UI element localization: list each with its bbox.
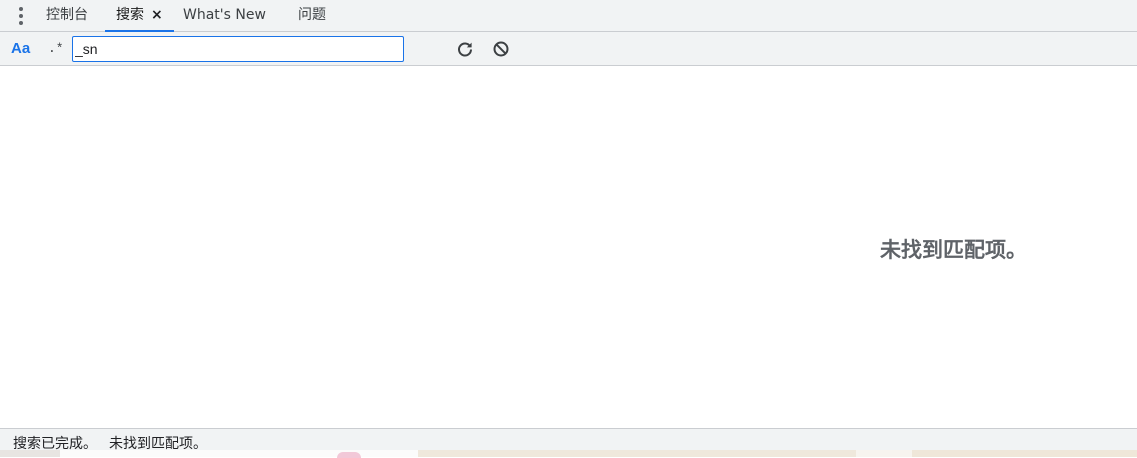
drawer-tab-bar: 控制台 搜索 × What's New 问题 bbox=[0, 0, 1137, 32]
match-case-button[interactable]: Aa bbox=[11, 32, 30, 65]
empty-results-message: 未找到匹配项。 bbox=[880, 238, 1027, 262]
tab-search[interactable]: 搜索 × bbox=[105, 0, 174, 32]
close-icon[interactable]: × bbox=[151, 0, 163, 31]
tab-issues-label: 问题 bbox=[298, 7, 326, 23]
tab-search-label: 搜索 bbox=[116, 7, 144, 23]
more-options-icon[interactable] bbox=[13, 5, 29, 27]
background-image-fragment bbox=[337, 452, 361, 458]
search-results-pane: 未找到匹配项。 bbox=[0, 66, 1137, 428]
background-page-strip bbox=[0, 450, 1137, 457]
refresh-icon[interactable] bbox=[455, 39, 475, 59]
tab-console-label: 控制台 bbox=[46, 7, 88, 23]
tab-whats-new-label: What's New bbox=[183, 7, 266, 23]
clear-icon[interactable] bbox=[491, 39, 511, 59]
search-input[interactable] bbox=[72, 36, 404, 62]
tab-issues[interactable]: 问题 bbox=[298, 0, 326, 31]
tab-whats-new[interactable]: What's New bbox=[183, 0, 266, 31]
search-toolbar: Aa .* bbox=[0, 32, 1137, 66]
tab-console[interactable]: 控制台 bbox=[46, 0, 88, 31]
regex-button[interactable]: .* bbox=[48, 32, 64, 65]
